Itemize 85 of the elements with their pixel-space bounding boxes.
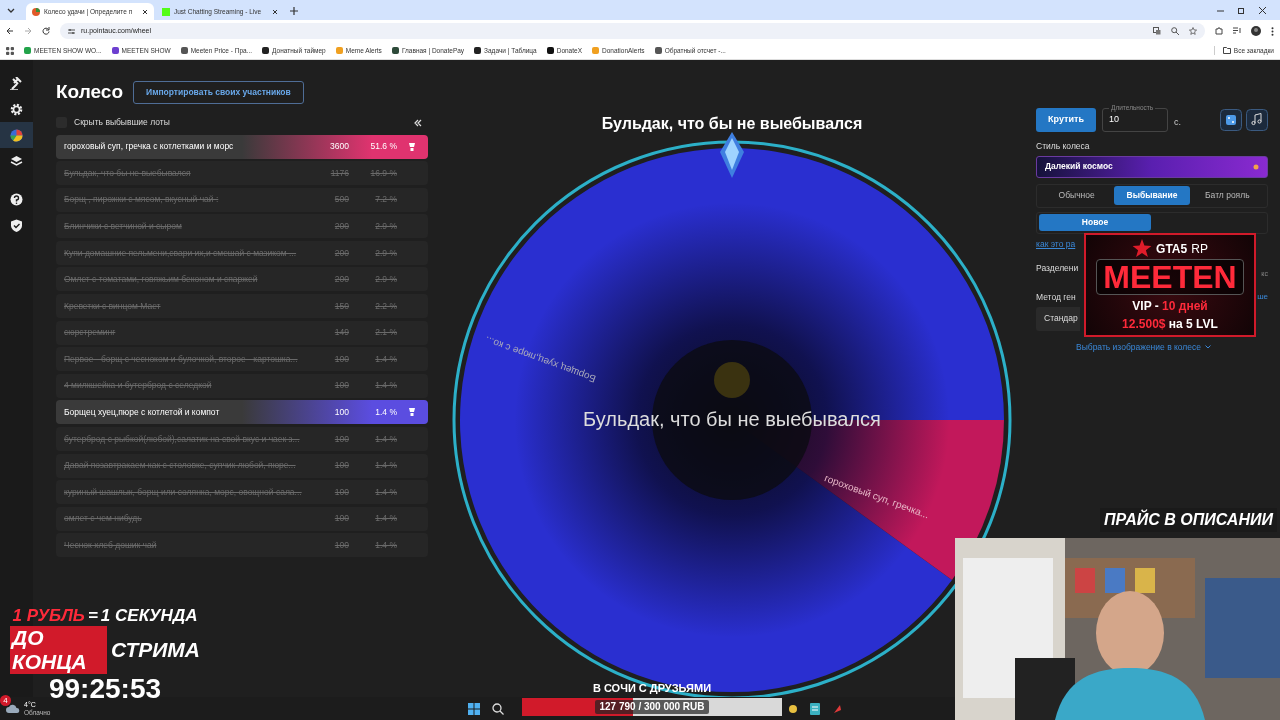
ad-title: MEETEN xyxy=(1096,259,1244,295)
spin-button[interactable]: Крутить xyxy=(1036,108,1096,132)
mode-tab[interactable]: Батл рояль xyxy=(1189,186,1265,206)
lot-amount: 500 xyxy=(333,193,349,207)
lot-name: 4 милкшейка и бутерброд с селедкой xyxy=(64,379,213,393)
price-banner: ПРАЙС В ОПИСАНИИ xyxy=(1100,508,1277,532)
lot-name: Давай позавтракаем как с столовке, супчик любой, пюре... xyxy=(64,459,297,472)
lot-name: Купи домашние пельмени,свари их,и смешай с мазиком ... xyxy=(64,246,298,260)
lot-percent: 1.4 % xyxy=(374,379,397,393)
lot-name: омлет с чем нибудь xyxy=(64,512,143,526)
lot-name: гороховый суп, гречка с котлетками и морс xyxy=(64,140,235,153)
lot-amount: 150 xyxy=(333,299,349,313)
lot-amount: 100 xyxy=(333,539,349,552)
lot-name: Борщ , пирожки с мясом, вкусный чай : xyxy=(64,193,220,207)
lot-percent: 1.4 % xyxy=(374,512,397,526)
lot-percent: 16.9 % xyxy=(369,166,397,180)
countdown: 99:25:53 xyxy=(48,674,162,704)
lot-name: Креветки с винцом Мает xyxy=(64,299,162,313)
lot-percent: 1.4 % xyxy=(374,459,397,472)
lot-amount: 200 xyxy=(333,273,349,286)
lot-amount: 200 xyxy=(333,219,349,233)
lot-amount: 1176 xyxy=(329,166,349,180)
method-label: Метод ген xyxy=(1036,291,1076,304)
lot-amount: 100 xyxy=(333,352,349,366)
unit-label: с. xyxy=(1174,116,1181,130)
notification-badge: 4 xyxy=(0,694,11,706)
lot-amount: 200 xyxy=(333,246,349,260)
lot-amount: 3600 xyxy=(329,140,349,153)
lot-amount: 100 xyxy=(333,432,349,446)
method-select[interactable]: Стандар xyxy=(1036,306,1080,331)
lot-name: Блинчики с ветчиной и сыром xyxy=(64,219,183,233)
lot-percent: 7.2 % xyxy=(374,193,397,207)
equals-sign: = xyxy=(87,606,98,626)
lot-percent: 1.4 % xyxy=(374,352,397,366)
lot-name: Первое - борщ с чесноком и булочкой, второе - картошка... xyxy=(64,352,299,366)
lot-name: Чеснок хлеб дошик чай xyxy=(64,539,158,552)
help-link[interactable]: как это ра xyxy=(1036,237,1076,251)
lot-percent: 2.9 % xyxy=(374,273,397,286)
mode-tab[interactable]: Выбывание xyxy=(1114,186,1190,206)
checkbox-label: Скрыть выбывшие лоты xyxy=(74,116,170,129)
lot-percent: 1.4 % xyxy=(374,432,397,446)
timer-caption: ДО КОНЦА xyxy=(10,626,108,674)
timer-caption: СТРИМА xyxy=(111,638,200,662)
lot-percent: 2.2 % xyxy=(374,299,397,313)
lot-percent: 51.6 % xyxy=(369,140,397,153)
lot-name: сюрстреминг xyxy=(64,326,117,340)
sub-tab[interactable]: Новое xyxy=(1039,214,1151,232)
winner-title: Бульдак, что бы не выебывался xyxy=(601,114,863,134)
lot-row[interactable]: Борщец хуец,пюре с котлетой и компот 100 1.4 % xyxy=(56,400,428,425)
lot-name: Омлет с томатами, говяжьим беконом и спаржей xyxy=(64,273,259,286)
lot-amount: 100 xyxy=(333,406,349,419)
lot-amount: 100 xyxy=(333,379,349,393)
style-label: Стиль колеса xyxy=(1036,140,1091,153)
method-link[interactable]: ше xyxy=(1257,291,1268,304)
lot-row[interactable]: гороховый суп, гречка с котлетками и морс 3600 51.6 % xyxy=(56,134,428,159)
lot-percent: 2.9 % xyxy=(374,246,397,260)
lot-amount: 100 xyxy=(333,459,349,472)
lot-percent: 2.9 % xyxy=(374,219,397,233)
lot-percent: 1.4 % xyxy=(374,539,397,552)
page-title: Колесо xyxy=(56,80,124,104)
lot-amount: 100 xyxy=(333,485,349,499)
lot-name: Бульдак, что бы не выебывался xyxy=(64,166,192,180)
wheel-center-text: Бульдак, что бы не выебывался xyxy=(582,407,882,432)
lot-percent: 1.4 % xyxy=(374,406,397,419)
timer-rate: 1 РУБЛЬ xyxy=(12,606,85,626)
mode-tab[interactable]: Обычное xyxy=(1039,186,1115,206)
select-value: Далекий космос xyxy=(1045,160,1113,174)
goal-text: 127 790 / 300 000 RUB xyxy=(595,699,709,714)
lot-name: бутерброд с рыбкой(любой),салатик на свой вкус и чаек з... xyxy=(64,432,301,446)
import-button[interactable]: Импортировать своих участников xyxy=(133,80,304,104)
style-select[interactable]: Далекий космос xyxy=(1036,155,1268,178)
ad-text: 12.500$ на 5 LVL xyxy=(1122,316,1218,333)
lot-amount: 100 xyxy=(333,512,349,526)
lot-amount: 149 xyxy=(333,326,349,340)
ad-brand: GTA5 xyxy=(1156,241,1188,258)
lot-name: куриный шашлык, борщ или солянка, морс, овощной сала... xyxy=(64,485,303,499)
select-value: Стандар xyxy=(1044,312,1078,326)
ad-text: VIP - 10 дней xyxy=(1132,298,1208,315)
split-label: Разделени xyxy=(1036,262,1079,276)
lot-percent: 2.1 % xyxy=(374,326,397,340)
timer-rate: 1 СЕКУНДА xyxy=(100,606,198,626)
lot-percent: 1.4 % xyxy=(374,485,397,499)
lot-name: Борщец хуец,пюре с котлетой и компот xyxy=(64,406,221,419)
field-value: 10 xyxy=(1109,113,1119,127)
ad-brand-suffix: RP xyxy=(1191,241,1208,258)
